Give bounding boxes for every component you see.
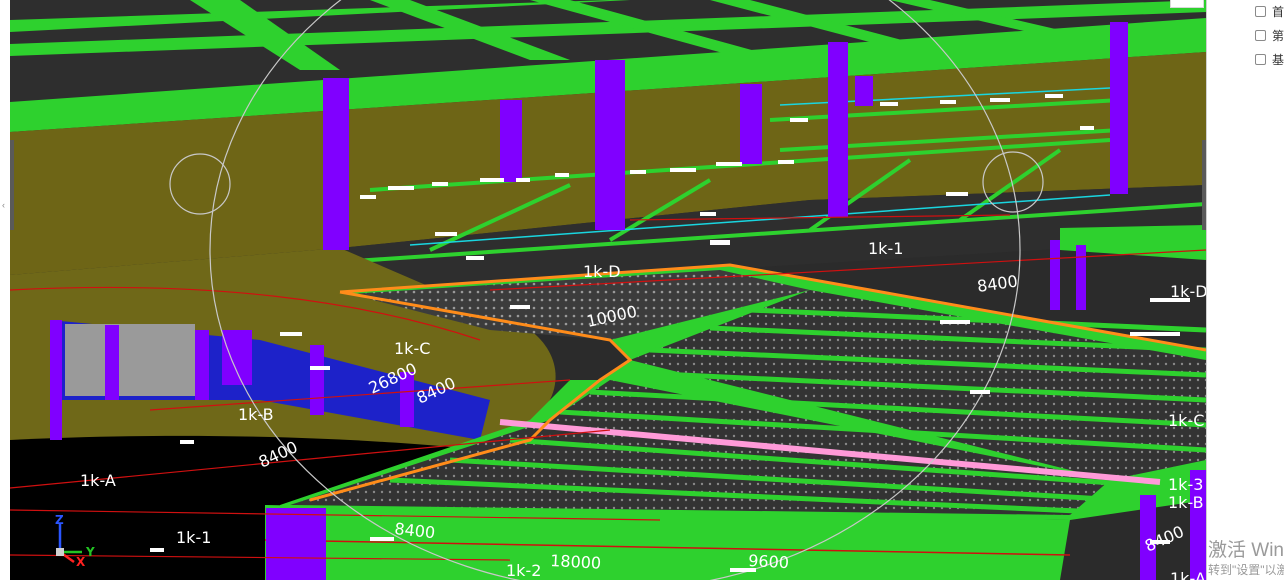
grid-label-1k-C: 1k-C [394,339,430,358]
viewcube-corner[interactable] [1170,0,1204,8]
grid-label-1k-1-top: 1k-1 [868,239,903,258]
layer-panel: 首层 第二层 基础 [1206,0,1284,580]
grid-label-1k-1: 1k-1 [176,528,211,547]
collapse-arrow-icon[interactable]: ‹ [2,200,8,214]
grid-label-1k-A: 1k-A [80,471,116,490]
grid-label-1k-D: 1k-D [583,262,621,281]
layer-item-second[interactable]: 第二层 [1255,26,1284,44]
grid-label-1k-2: 1k-2 [506,561,541,580]
grid-label-1k-B-right: 1k-B [1168,493,1204,512]
grid-label-1k-3-right: 1k-3 [1168,475,1203,494]
watermark-subtitle: 转到"设置"以激活 Windows。 [1208,563,1284,577]
activation-watermark: 激活 Windows 转到"设置"以激活 Windows。 [1208,540,1284,580]
axis-y-label: Y [85,545,95,559]
layer-item-label: 第二层 [1272,28,1284,43]
axis-z-label: Z [55,513,64,527]
layer-item-third[interactable]: 基础 [1255,50,1284,68]
dim-8400-e: 8400 [976,271,1019,295]
model-scene[interactable]: 1k-D 1k-C 1k-B 1k-A 1k-1 1k-1 1k-2 1k-C … [10,0,1206,580]
watermark-title: 激活 Windows [1208,540,1284,561]
layer-item-label: 基础 [1272,52,1284,67]
axis-x-label: X [76,555,86,569]
grid-label-1k-C-right: 1k-C [1168,411,1204,430]
window-panel [65,324,195,396]
viewport-left-handle[interactable] [10,140,14,230]
layer-checkbox[interactable] [1255,53,1266,65]
layer-checkbox[interactable] [1255,29,1266,41]
grid-label-1k-partial-right: 1k-D [1170,282,1206,301]
layer-item-label: 首层 [1272,4,1284,19]
dim-18000: 18000 [550,551,602,573]
grid-label-1k-A-right: 1k-A [1170,569,1206,580]
layer-item-first[interactable]: 首层 [1255,2,1284,20]
grid-label-1k-B: 1k-B [238,405,274,424]
3d-viewport[interactable]: 1k-D 1k-C 1k-B 1k-A 1k-1 1k-1 1k-2 1k-C … [10,0,1206,580]
layer-checkbox[interactable] [1255,5,1266,17]
dim-9600: 9600 [748,551,790,572]
